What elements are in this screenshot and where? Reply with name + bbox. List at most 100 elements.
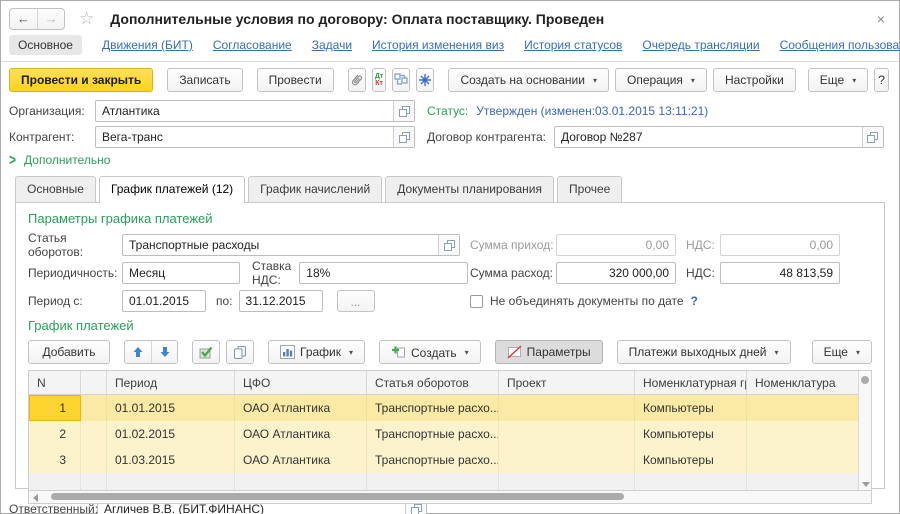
cell-n[interactable]: 3 <box>29 447 81 473</box>
close-icon[interactable]: × <box>873 11 889 27</box>
scroll-left-arrow-icon[interactable] <box>33 494 38 502</box>
status-value-link[interactable]: Утвержден (изменен:03.01.2015 13:11:21) <box>476 104 708 118</box>
table-row[interactable]: 1 01.01.2015 ОАО Атлантика Транспортные … <box>29 395 858 421</box>
help-button[interactable]: ? <box>874 68 889 92</box>
cell-nomenclature[interactable] <box>747 395 858 421</box>
move-up-button[interactable] <box>125 341 151 363</box>
document-structure-button[interactable] <box>392 68 410 92</box>
cell-n[interactable]: 1 <box>29 395 81 421</box>
nav-item-movements[interactable]: Движения (БИТ) <box>102 38 193 52</box>
cell-project[interactable] <box>499 395 635 421</box>
cell-group[interactable]: Компьютеры <box>635 447 747 473</box>
periodicity-input[interactable] <box>123 263 239 283</box>
turnover-item-open-button[interactable] <box>438 235 459 255</box>
cell-item[interactable]: Транспортные расхо... <box>367 395 499 421</box>
favorite-star-icon[interactable]: ☆ <box>79 11 94 27</box>
merge-docs-checkbox[interactable] <box>470 295 483 308</box>
move-down-button[interactable] <box>151 341 177 363</box>
back-button[interactable]: ← <box>10 9 37 29</box>
cell-nomenclature[interactable] <box>747 421 858 447</box>
create-based-on-button[interactable]: Создать на основании▾ <box>448 68 609 92</box>
tab-planning-documents[interactable]: Документы планирования <box>385 176 554 202</box>
write-button[interactable]: Записать <box>167 68 242 92</box>
column-header-nomenclature[interactable]: Номенклатура <box>747 371 858 394</box>
cell-item[interactable]: Транспортные расхо... <box>367 447 499 473</box>
more-button[interactable]: Еще▾ <box>808 68 868 92</box>
tab-main[interactable]: Основные <box>15 176 96 202</box>
settings-button[interactable]: Настройки <box>713 68 796 92</box>
column-header-item[interactable]: Статья оборотов <box>367 371 499 394</box>
additional-expander[interactable]: > Дополнительно <box>1 150 899 172</box>
horizontal-scrollbar-thumb[interactable] <box>51 493 624 500</box>
column-header-group[interactable]: Номенклатурная гру... <box>635 371 747 394</box>
contractor-input[interactable] <box>96 127 393 147</box>
column-header-cfo[interactable]: ЦФО <box>235 371 367 394</box>
cell-n[interactable]: 2 <box>29 421 81 447</box>
nav-item-approval[interactable]: Согласование <box>213 38 292 52</box>
weekend-payments-button[interactable]: Платежи выходных дней ▾ <box>617 340 791 364</box>
create-menu-button[interactable]: Создать ▾ <box>379 340 481 364</box>
organization-open-button[interactable] <box>393 101 414 121</box>
expense-sum-input[interactable] <box>557 263 675 283</box>
scroll-down-arrow-icon[interactable] <box>862 482 870 487</box>
post-button[interactable]: Провести <box>257 68 334 92</box>
cell-group[interactable]: Компьютеры <box>635 395 747 421</box>
post-schedule-button[interactable] <box>192 340 220 364</box>
cell-marker[interactable] <box>81 421 107 447</box>
cell-period[interactable]: 01.03.2015 <box>107 447 235 473</box>
tab-payment-schedule[interactable]: График платежей (12) <box>99 176 245 203</box>
contractor-open-button[interactable] <box>393 127 414 147</box>
nav-item-tasks[interactable]: Задачи <box>312 38 352 52</box>
contract-input[interactable] <box>555 127 862 147</box>
highlight-button[interactable] <box>416 68 434 92</box>
horizontal-scrollbar[interactable] <box>28 491 872 504</box>
period-to-field <box>239 290 323 312</box>
cell-period[interactable]: 01.01.2015 <box>107 395 235 421</box>
nav-item-broadcast-queue[interactable]: Очередь трансляции <box>642 38 759 52</box>
cell-item[interactable]: Транспортные расхо... <box>367 421 499 447</box>
tab-other[interactable]: Прочее <box>557 176 622 202</box>
copy-row-button[interactable] <box>226 340 254 364</box>
vertical-scrollbar-thumb[interactable] <box>861 376 869 384</box>
table-row[interactable]: 3 01.03.2015 ОАО Атлантика Транспортные … <box>29 447 858 473</box>
organization-input[interactable] <box>96 101 393 121</box>
post-and-close-button[interactable]: Провести и закрыть <box>9 68 153 92</box>
schedule-more-button[interactable]: Еще ▾ <box>812 340 872 364</box>
vat-rate-input[interactable] <box>300 263 467 283</box>
attachments-button[interactable] <box>348 68 366 92</box>
cell-project[interactable] <box>499 447 635 473</box>
dt-kt-postings-button[interactable]: Дт Кт <box>372 68 387 92</box>
nav-item-visa-history[interactable]: История изменения виз <box>372 38 504 52</box>
parameters-toggle-button[interactable]: Параметры <box>495 340 603 364</box>
column-header-project[interactable]: Проект <box>499 371 635 394</box>
contract-open-button[interactable] <box>862 127 883 147</box>
add-row-button[interactable]: Добавить <box>28 340 110 364</box>
cell-period[interactable]: 01.02.2015 <box>107 421 235 447</box>
turnover-item-input[interactable] <box>123 235 438 255</box>
forward-button[interactable]: → <box>37 9 64 29</box>
cell-cfo[interactable]: ОАО Атлантика <box>235 447 367 473</box>
chart-menu-button[interactable]: График ▾ <box>268 340 365 364</box>
column-header-marker[interactable] <box>81 371 107 394</box>
operation-button[interactable]: Операция▾ <box>615 68 707 92</box>
cell-cfo[interactable]: ОАО Атлантика <box>235 395 367 421</box>
cell-marker[interactable] <box>81 395 107 421</box>
cell-group[interactable]: Компьютеры <box>635 421 747 447</box>
help-question-icon[interactable]: ? <box>691 294 698 308</box>
vertical-scrollbar[interactable] <box>858 371 871 490</box>
period-select-button[interactable]: ... <box>337 290 375 312</box>
nav-item-user-messages[interactable]: Сообщения пользователей <box>780 38 900 52</box>
cell-marker[interactable] <box>81 447 107 473</box>
period-to-input[interactable] <box>240 291 322 311</box>
table-row[interactable]: 2 01.02.2015 ОАО Атлантика Транспортные … <box>29 421 858 447</box>
column-header-period[interactable]: Период <box>107 371 235 394</box>
cell-project[interactable] <box>499 421 635 447</box>
tab-accrual-schedule[interactable]: График начислений <box>248 176 382 202</box>
nav-item-main[interactable]: Основное <box>9 35 82 55</box>
nav-item-status-history[interactable]: История статусов <box>524 38 622 52</box>
cell-nomenclature[interactable] <box>747 447 858 473</box>
expense-vat-input[interactable] <box>721 263 839 283</box>
cell-cfo[interactable]: ОАО Атлантика <box>235 421 367 447</box>
period-from-input[interactable] <box>123 291 205 311</box>
column-header-n[interactable]: N <box>29 371 81 394</box>
